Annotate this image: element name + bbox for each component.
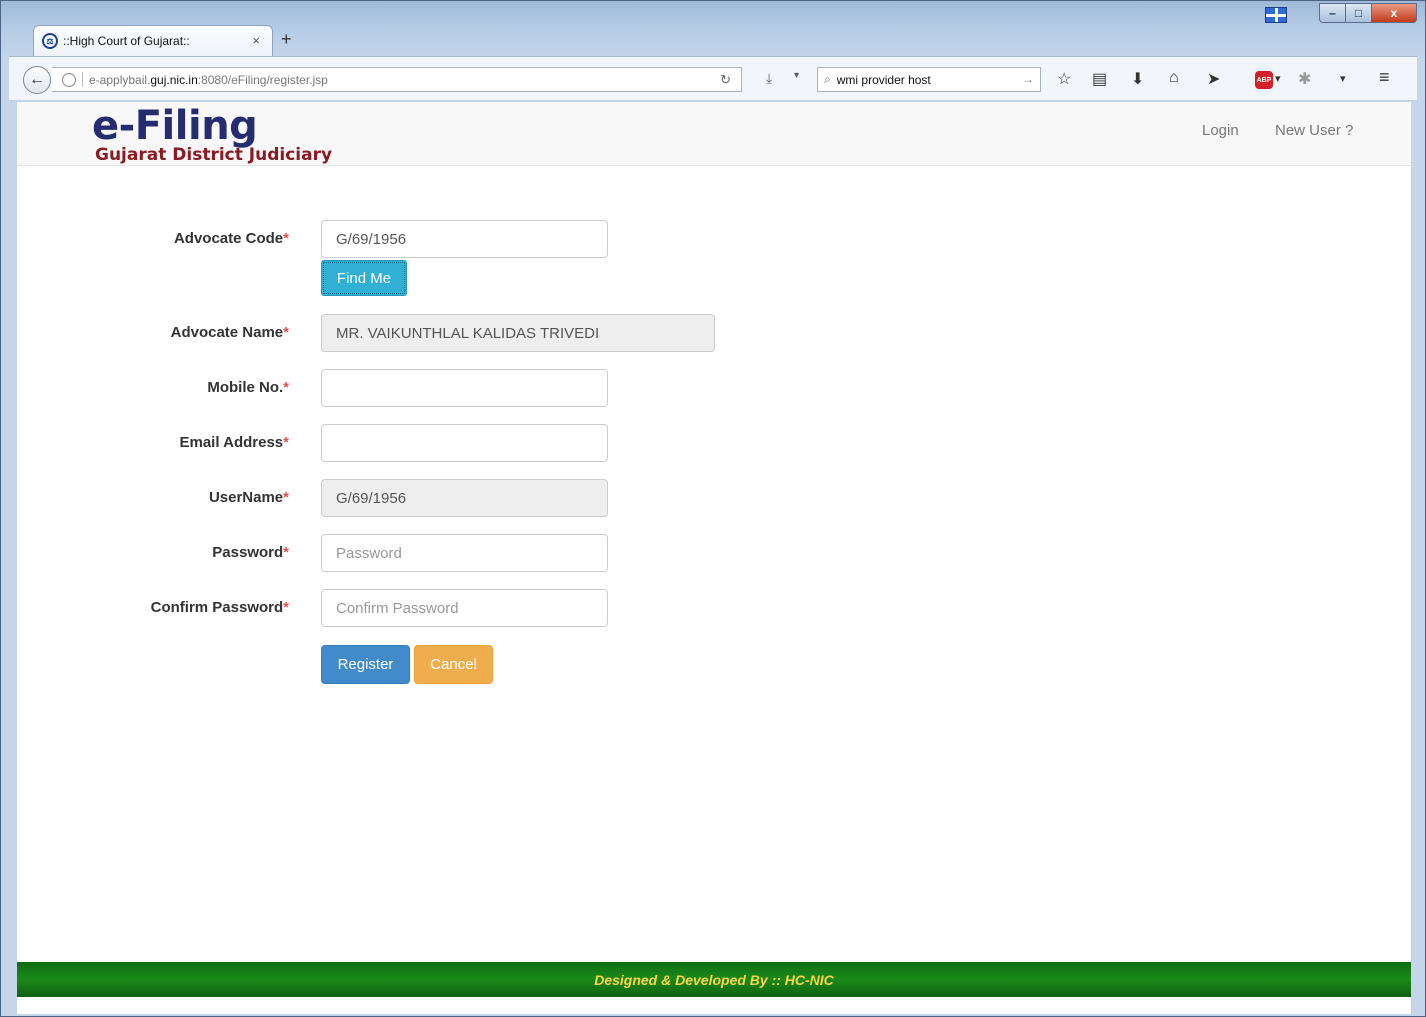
username-label: UserName* xyxy=(208,489,289,506)
tab-title: ::High Court of Gujarat:: xyxy=(63,34,190,48)
required-mark: * xyxy=(283,324,289,341)
site-header: e-Filing Gujarat District Judiciary Logi… xyxy=(17,102,1411,166)
chevron-down-icon[interactable]: ▾ xyxy=(794,70,799,81)
advocate-name-field: MR. VAIKUNTHLAL KALIDAS TRIVEDI xyxy=(321,314,715,352)
windows-flag-icon xyxy=(1265,7,1287,23)
court-emblem-icon: ⚖ xyxy=(42,33,58,49)
advocate-code-label: Advocate Code* xyxy=(173,230,289,247)
home-icon[interactable]: ⌂ xyxy=(1169,69,1179,87)
download-icon[interactable]: ⤓ xyxy=(766,70,772,87)
extension-icon[interactable]: ✱ xyxy=(1298,69,1311,89)
email-label: Email Address* xyxy=(179,434,290,451)
chevron-down-icon[interactable]: ▾ xyxy=(1275,72,1281,85)
footer: Designed & Developed By :: HC-NIC xyxy=(17,962,1411,997)
downloads-arrow-icon[interactable]: ⬇ xyxy=(1131,69,1144,89)
login-link[interactable]: Login xyxy=(1202,122,1239,139)
url-suffix: :8080/eFiling/register.jsp xyxy=(197,72,328,87)
navigation-toolbar: ← e-applybail. guj.nic.in:8080/eFiling/re… xyxy=(9,56,1417,101)
menu-icon[interactable]: ≡ xyxy=(1379,67,1390,88)
search-input[interactable]: wmi provider host xyxy=(837,73,931,87)
search-go-arrow-icon[interactable]: → xyxy=(1022,72,1034,86)
confirm-password-input[interactable]: Confirm Password xyxy=(321,589,608,627)
footer-credit: Designed & Developed By :: HC-NIC xyxy=(594,971,834,988)
mobile-input[interactable] xyxy=(321,369,608,407)
search-bar[interactable]: ⌕ wmi provider host → xyxy=(817,67,1041,92)
logo-title[interactable]: e-Filing xyxy=(92,104,258,148)
cancel-button[interactable]: Cancel xyxy=(414,645,493,684)
confirm-password-label: Confirm Password* xyxy=(150,599,289,616)
close-window-button[interactable]: x xyxy=(1372,3,1417,23)
send-icon[interactable]: ➤ xyxy=(1207,69,1220,89)
tab-close-icon[interactable]: × xyxy=(252,33,260,48)
register-button[interactable]: Register xyxy=(321,645,410,684)
required-mark: * xyxy=(283,544,289,561)
required-mark: * xyxy=(283,434,289,451)
url-prefix: e-applybail. xyxy=(89,72,151,87)
new-tab-button[interactable]: + xyxy=(281,29,292,50)
advocate-code-input[interactable]: G/69/1956 xyxy=(321,220,608,258)
required-mark: * xyxy=(283,379,289,396)
password-label: Password* xyxy=(212,544,289,561)
browser-tab[interactable]: ⚖ ::High Court of Gujarat:: × xyxy=(33,25,273,56)
search-icon: ⌕ xyxy=(824,72,831,86)
new-user-link[interactable]: New User ? xyxy=(1275,122,1353,139)
reading-list-icon[interactable]: ▤ xyxy=(1092,69,1107,89)
url-host: guj.nic.in xyxy=(150,72,198,87)
adblock-icon[interactable]: ABP xyxy=(1255,71,1273,89)
reload-icon[interactable]: ↻ xyxy=(720,72,731,88)
bookmark-star-icon[interactable]: ☆ xyxy=(1057,69,1071,89)
page-viewport: e-Filing Gujarat District Judiciary Logi… xyxy=(17,102,1411,1014)
address-bar[interactable]: e-applybail. guj.nic.in:8080/eFiling/regi… xyxy=(52,67,742,92)
find-me-button[interactable]: Find Me xyxy=(321,260,407,296)
password-input[interactable]: Password xyxy=(321,534,608,572)
browser-window: – □ x ⚖ ::High Court of Gujarat:: × + ← … xyxy=(0,0,1426,1017)
mobile-label: Mobile No.* xyxy=(207,379,289,396)
required-mark: * xyxy=(283,599,289,616)
username-field: G/69/1956 xyxy=(321,479,608,517)
advocate-name-label: Advocate Name* xyxy=(170,324,289,341)
logo-subtitle: Gujarat District Judiciary xyxy=(95,145,333,165)
back-arrow-icon[interactable]: ← xyxy=(23,66,51,94)
maximize-button[interactable]: □ xyxy=(1346,3,1372,23)
window-controls: – □ x xyxy=(1319,3,1417,23)
chevron-down-icon[interactable]: ▾ xyxy=(1340,72,1346,85)
required-mark: * xyxy=(283,489,289,506)
required-mark: * xyxy=(283,230,289,247)
minimize-button[interactable]: – xyxy=(1319,3,1346,23)
globe-icon xyxy=(62,72,76,87)
email-input[interactable] xyxy=(321,424,608,462)
url-separator xyxy=(82,72,83,87)
